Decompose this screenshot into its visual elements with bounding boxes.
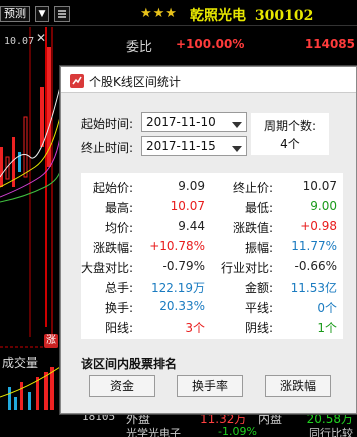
top-toolbar: 预测 ▼ ★★★ 乾照光电 300102: [0, 0, 357, 26]
industry-name[interactable]: 光学光电子: [126, 425, 181, 437]
flat-candles-label: 平线:: [244, 301, 273, 315]
total-volume-value: 122.19万: [151, 281, 205, 295]
stock-name: 乾照光电: [190, 8, 246, 24]
volume-label: 成交量: [2, 356, 39, 370]
start-time-value: 2017-11-10: [146, 115, 216, 129]
market-compare-label: 大盘对比:: [81, 261, 134, 275]
dialog-titlebar[interactable]: 个股K线区间统计: [61, 67, 356, 93]
turnover-label: 换手:: [104, 301, 133, 315]
stats-panel: 起始价: 9.09 终止价: 10.07 最高: 10.07 最低: 9.00 …: [81, 173, 343, 339]
end-time-value: 2017-11-15: [146, 139, 216, 153]
period-count-box: 周期个数: 4个: [251, 113, 329, 155]
rank-by-turnover-button[interactable]: 换手率: [177, 375, 243, 397]
price-axis-label: 10.07: [4, 36, 35, 47]
yang-candles-label: 阳线:: [104, 321, 133, 335]
low-label: 最低:: [244, 201, 273, 215]
start-time-select[interactable]: 2017-11-10: [141, 112, 247, 132]
period-count-value: 4个: [280, 137, 300, 151]
chevron-down-icon: [230, 117, 244, 128]
low-value: 9.00: [310, 199, 337, 213]
rank-by-change-button[interactable]: 涨跌幅: [265, 375, 331, 397]
stock-app-icon: [70, 73, 84, 88]
cursor-cross-icon: ✕: [36, 31, 47, 45]
pct-change-value: +10.78%: [149, 239, 205, 253]
period-count-label: 周期个数:: [263, 119, 317, 133]
weibi-label: 委比: [126, 40, 153, 55]
weibi-ratio: +100.00%: [176, 37, 245, 51]
market-compare-value: -0.79%: [162, 259, 205, 273]
pct-change-label: 涨跌幅:: [92, 241, 133, 255]
avg-price-value: 9.44: [178, 219, 205, 233]
close-price-label: 终止价:: [232, 181, 273, 195]
amount-value: 11.53亿: [290, 281, 337, 295]
chevron-down-icon: [230, 141, 244, 152]
rating-stars: ★★★: [140, 6, 178, 21]
total-volume-label: 总手:: [104, 281, 133, 295]
dropdown-arrow-icon[interactable]: ▼: [35, 6, 49, 22]
kline-chart[interactable]: [0, 27, 62, 410]
yang-candles-value: 3个: [185, 321, 205, 335]
turnover-value: 20.33%: [159, 299, 205, 313]
stock-terminal-screen: 预测 ▼ ★★★ 乾照光电 300102 10.07 ✕ 成交量 涨 委比 +1…: [0, 0, 357, 437]
industry-row: 光学光电子 -1.09% 同行比较: [0, 425, 357, 437]
amplitude-value: 11.77%: [291, 239, 337, 253]
open-price-value: 9.09: [178, 179, 205, 193]
amplitude-label: 振幅:: [244, 241, 273, 255]
weibi-row: 委比 +100.00% 114085: [126, 34, 357, 56]
industry-compare-value: -0.66%: [294, 259, 337, 273]
rank-by-fund-button[interactable]: 资金: [89, 375, 155, 397]
end-time-label: 终止时间:: [81, 141, 134, 155]
stock-title: 乾照光电 300102: [190, 5, 313, 25]
kline-interval-stats-dialog: 个股K线区间统计 起始时间: 2017-11-10 终止时间: 2017-11-…: [60, 66, 357, 414]
weibi-value: 114085: [304, 37, 355, 51]
predict-button[interactable]: 预测: [0, 6, 30, 22]
start-time-label: 起始时间:: [81, 117, 134, 131]
industry-compare-link[interactable]: 同行比较: [309, 425, 353, 437]
change-label: 涨跌值:: [232, 221, 273, 235]
limit-up-badge: 涨: [44, 334, 58, 348]
industry-change: -1.09%: [218, 425, 257, 437]
end-time-select[interactable]: 2017-11-15: [141, 136, 247, 156]
avg-price-label: 均价:: [104, 221, 133, 235]
kline-chart-graphics: [0, 27, 62, 410]
amount-label: 金额:: [244, 281, 273, 295]
open-price-label: 起始价:: [92, 181, 133, 195]
stock-code: 300102: [254, 8, 314, 24]
yin-candles-value: 1个: [317, 321, 337, 335]
change-value: +0.98: [300, 219, 337, 233]
yin-candles-label: 阴线:: [244, 321, 273, 335]
rank-section-title: 该区间内股票排名: [81, 357, 178, 371]
dialog-title: 个股K线区间统计: [89, 75, 181, 89]
high-label: 最高:: [104, 201, 133, 215]
flat-candles-value: 0个: [317, 301, 337, 315]
industry-compare-label: 行业对比:: [220, 261, 273, 275]
menu-icon[interactable]: [54, 6, 70, 22]
high-value: 10.07: [170, 199, 205, 213]
close-price-value: 10.07: [302, 179, 337, 193]
